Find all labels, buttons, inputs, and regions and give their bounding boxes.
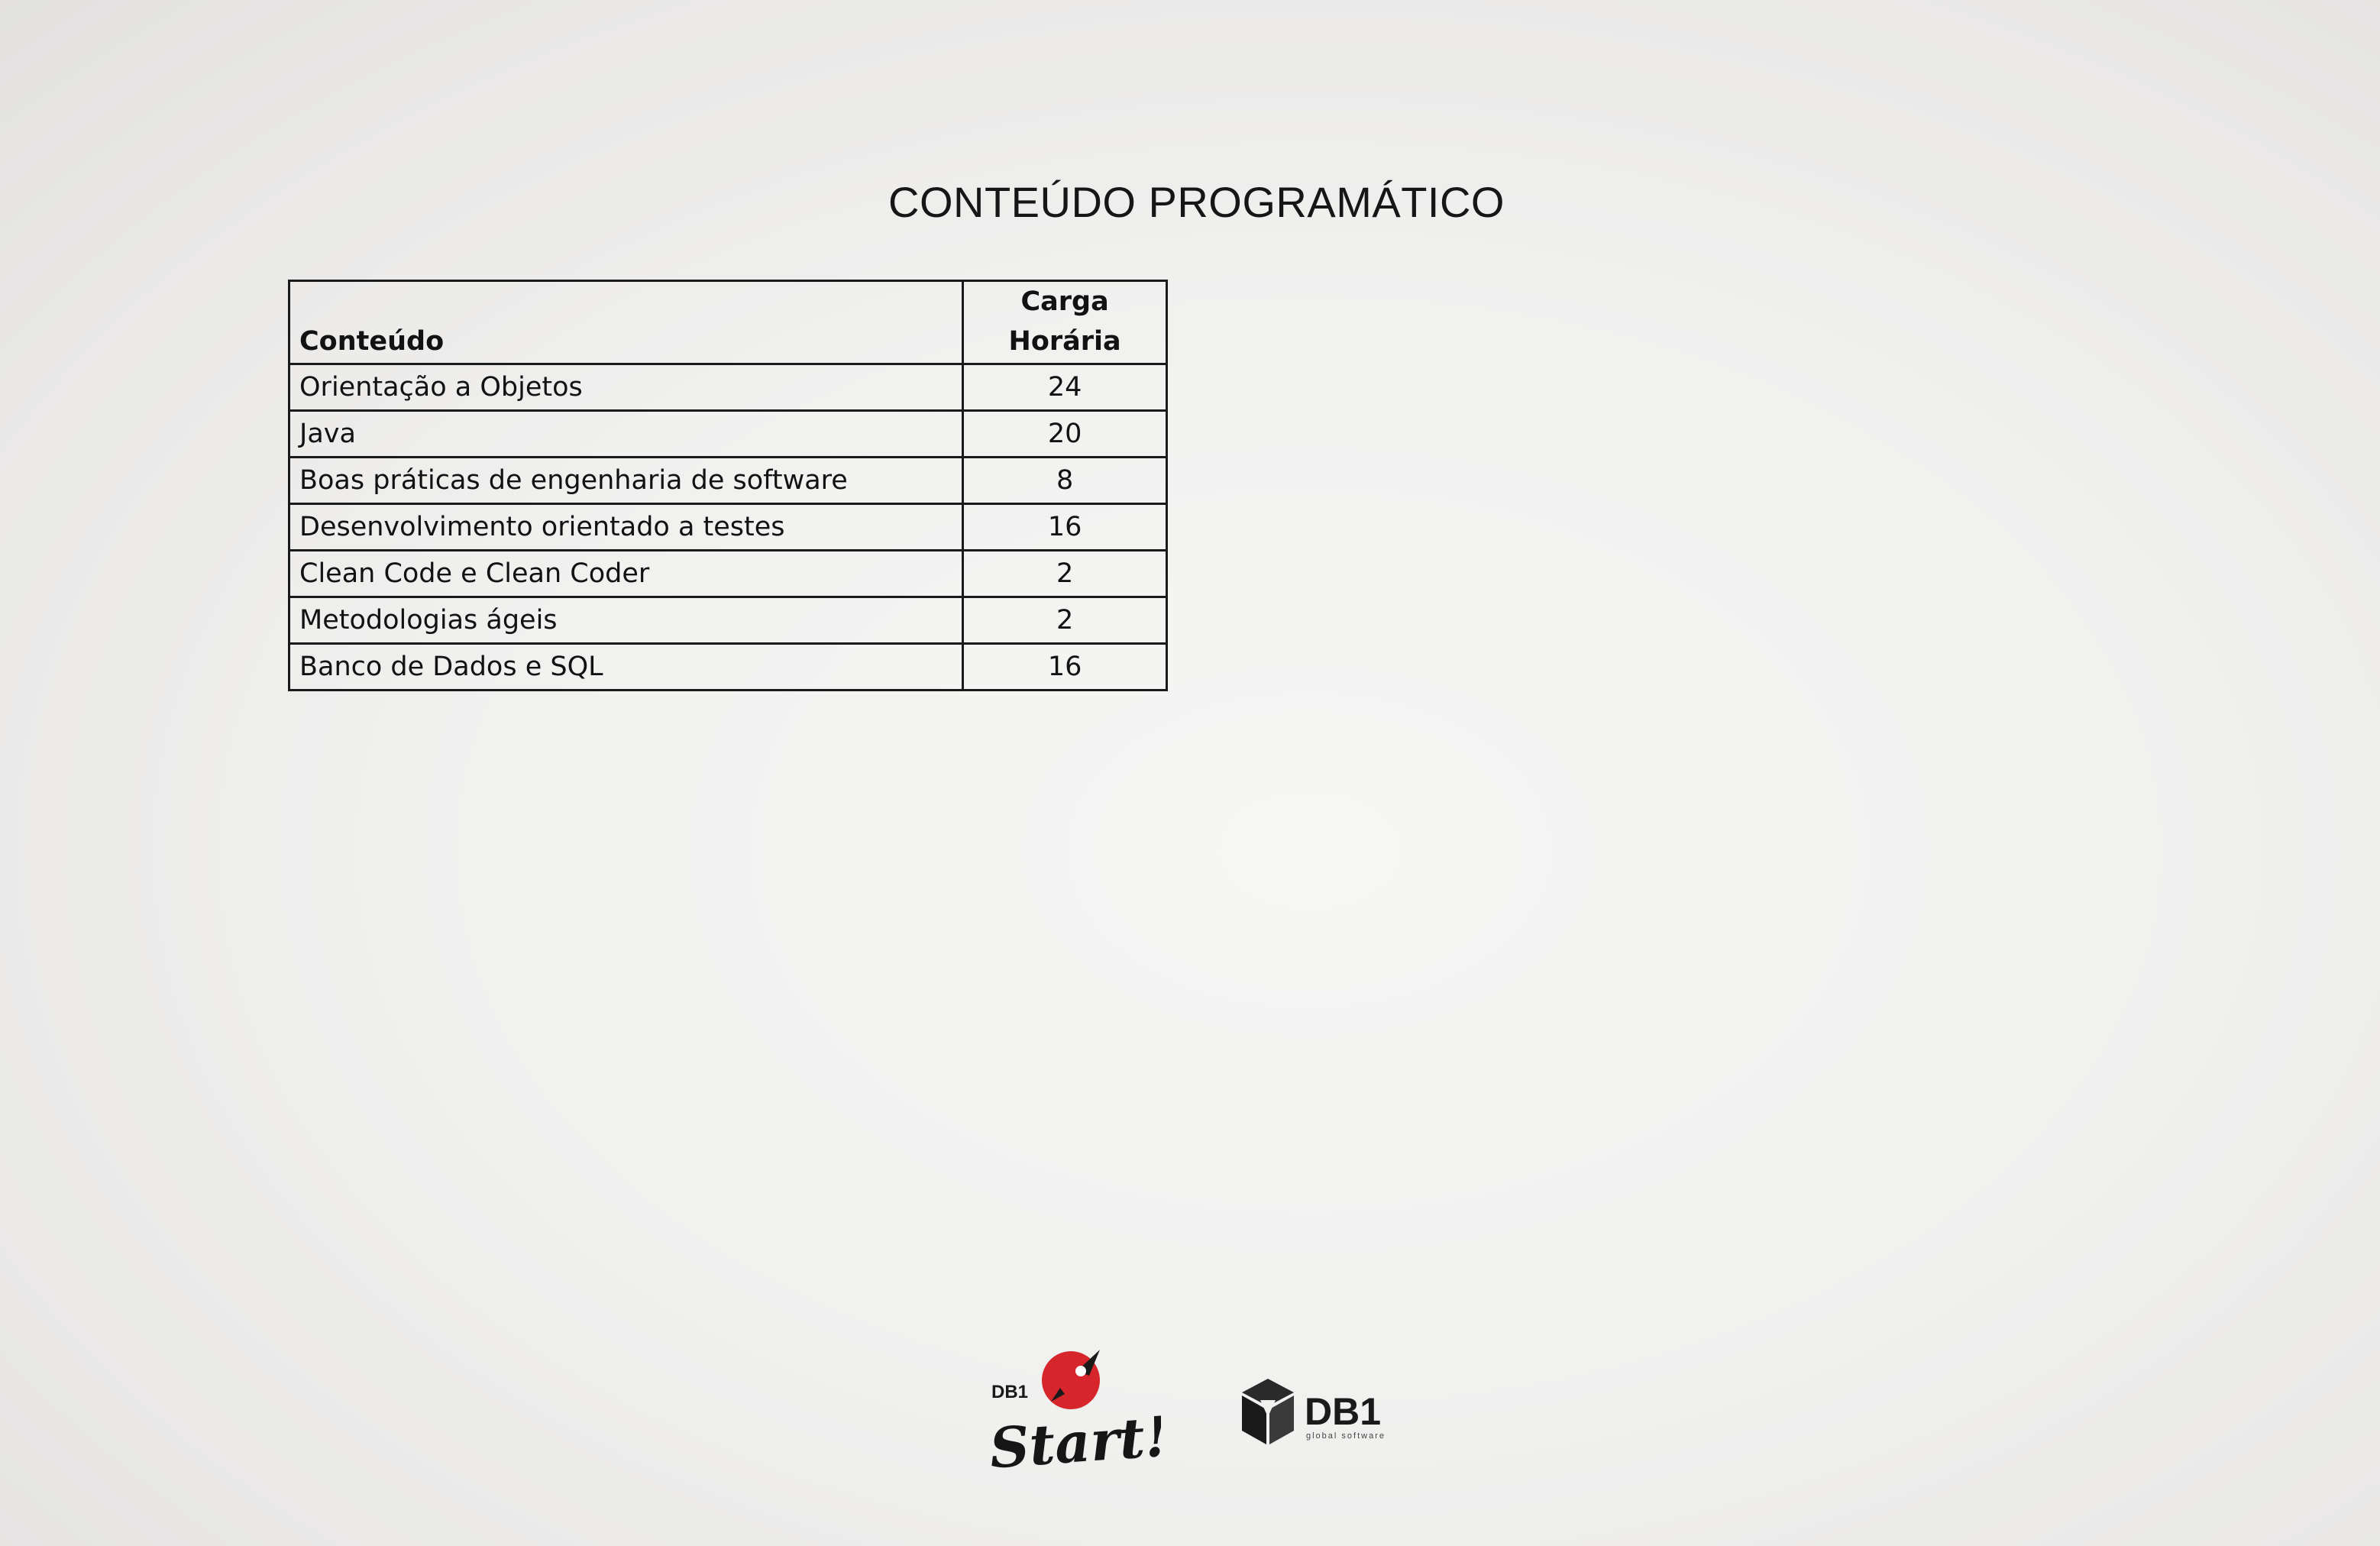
document-page: CONTEÚDO PROGRAMÁTICO Conteúdo Carga Hor…	[0, 0, 2380, 1546]
header-hours: Carga Horária	[962, 280, 1168, 365]
table-row: Boas práticas de engenharia de software …	[287, 456, 1168, 505]
row-content: Java	[287, 409, 965, 458]
row-hours: 8	[962, 456, 1168, 505]
row-content: Boas práticas de engenharia de software	[287, 456, 965, 505]
table-header-row: Conteúdo Carga Horária	[287, 280, 1168, 365]
logo-start-brand: DB1	[991, 1382, 1028, 1402]
document-title: CONTEÚDO PROGRAMÁTICO	[888, 178, 1505, 226]
cube-icon	[1242, 1379, 1294, 1444]
row-content: Clean Code e Clean Coder	[287, 549, 965, 598]
row-hours: 2	[962, 549, 1168, 598]
header-content: Conteúdo	[287, 280, 965, 365]
table-row: Metodologias ágeis 2	[287, 596, 1168, 645]
row-content: Metodologias ágeis	[287, 596, 965, 645]
rocket-icon	[1042, 1350, 1100, 1409]
row-hours: 2	[962, 596, 1168, 645]
row-content: Banco de Dados e SQL	[287, 642, 965, 691]
table-row: Java 20	[287, 409, 1168, 458]
logo-db1-tagline: global software	[1306, 1431, 1386, 1441]
header-hours-line1: Carga	[1020, 286, 1109, 317]
table-row: Clean Code e Clean Coder 2	[287, 549, 1168, 598]
logo-start-word: Start!	[988, 1403, 1161, 1480]
row-hours: 16	[962, 503, 1168, 551]
table-row: Banco de Dados e SQL 16	[287, 642, 1168, 691]
row-hours: 24	[962, 363, 1168, 412]
row-content: Desenvolvimento orientado a testes	[287, 503, 965, 551]
table-row: Desenvolvimento orientado a testes 16	[287, 503, 1168, 551]
db1-logo: DB1 global software	[1242, 1379, 1386, 1444]
row-content: Orientação a Objetos	[287, 363, 965, 412]
row-hours: 20	[962, 409, 1168, 458]
logo-db1-brand: DB1	[1305, 1390, 1381, 1433]
db1-start-logo: DB1 Start!	[988, 1350, 1161, 1480]
row-hours: 16	[962, 642, 1168, 691]
footer-logos: DB1 Start! DB1 global software	[985, 1341, 1413, 1486]
header-hours-line2: Horária	[1008, 326, 1121, 357]
table-row: Orientação a Objetos 24	[287, 363, 1168, 412]
program-content-table: Conteúdo Carga Horária Orientação a Obje…	[287, 280, 1168, 691]
